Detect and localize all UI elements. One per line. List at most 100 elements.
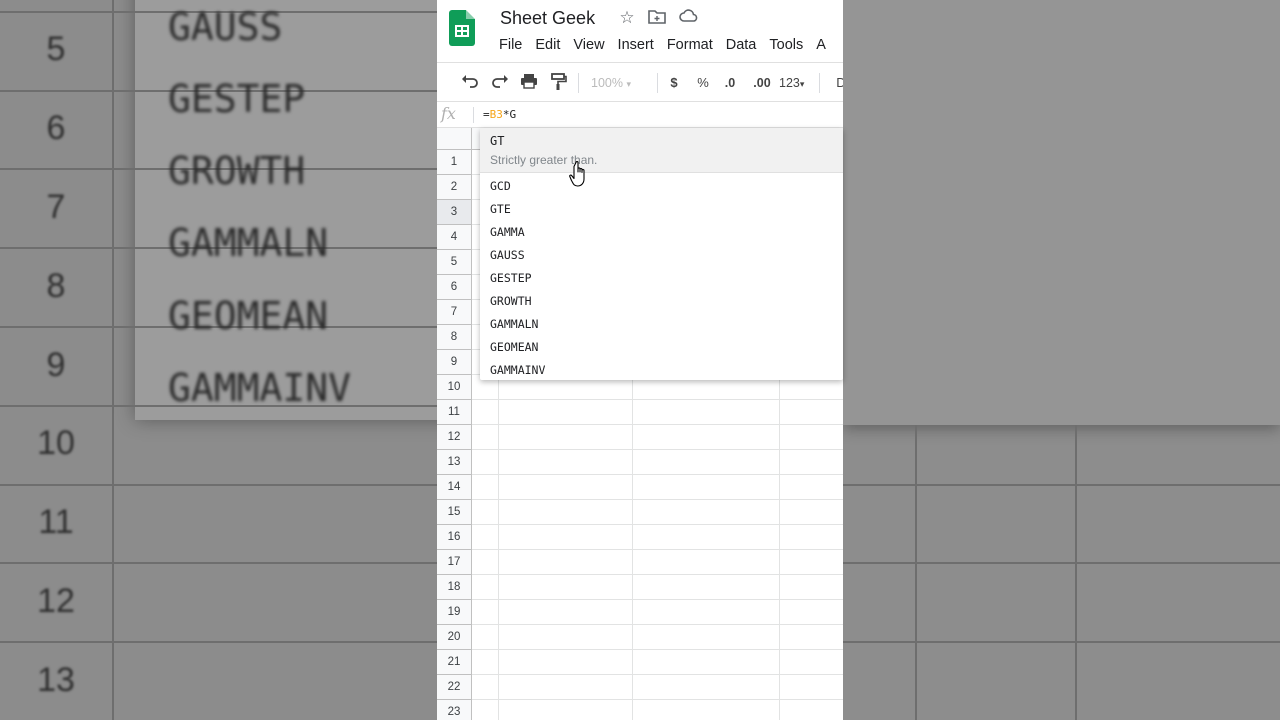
grid-line <box>472 624 843 625</box>
background-row-number: 13 <box>37 661 75 699</box>
background-row-number: 9 <box>46 346 66 384</box>
hand-pointer-cursor-icon <box>569 161 585 187</box>
sheets-logo-icon[interactable] <box>449 10 475 46</box>
font-select-button[interactable]: D <box>833 73 843 93</box>
grid-line <box>472 474 843 475</box>
formula-bar: fx =B3*G <box>437 102 843 128</box>
autocomplete-item[interactable]: GEOMEAN <box>490 340 538 354</box>
increase-decimal-button[interactable]: .00 <box>749 73 775 93</box>
toolbar: 100% ▾ $ % .0 .00 123▾ D <box>437 62 843 102</box>
row-header[interactable]: 19 <box>437 600 472 625</box>
row-header[interactable]: 1 <box>437 150 472 175</box>
cloud-status-icon[interactable] <box>679 8 699 28</box>
row-header[interactable]: 2 <box>437 175 472 200</box>
zoom-select[interactable]: 100% ▾ <box>591 73 639 93</box>
grid-line <box>472 449 843 450</box>
document-title[interactable]: Sheet Geek <box>500 8 595 29</box>
row-header[interactable]: 9 <box>437 350 472 375</box>
star-icon[interactable]: ☆ <box>617 8 637 28</box>
chevron-down-icon: ▾ <box>626 79 631 89</box>
grid-line <box>472 424 843 425</box>
row-header[interactable]: 6 <box>437 275 472 300</box>
row-header[interactable]: 11 <box>437 400 472 425</box>
background-row-number: 11 <box>38 503 74 541</box>
currency-format-button[interactable]: $ <box>665 73 683 93</box>
background-row-number: 6 <box>46 109 66 147</box>
decrease-decimal-button[interactable]: .0 <box>719 73 741 93</box>
menu-edit[interactable]: Edit <box>535 37 560 53</box>
grid-line <box>472 574 843 575</box>
grid-line <box>472 599 843 600</box>
percent-format-button[interactable]: % <box>694 73 712 93</box>
row-header[interactable]: 8 <box>437 325 472 350</box>
background-function-name: GESTEP <box>168 77 306 121</box>
row-header[interactable]: 21 <box>437 650 472 675</box>
grid-line <box>472 399 843 400</box>
paint-format-icon[interactable] <box>548 73 570 93</box>
background-left-zoom: 5 6 7 8 9 10 11 12 13 GAUSS GESTEP GROWT… <box>0 0 437 720</box>
autocomplete-item[interactable]: GTE <box>490 202 511 216</box>
row-header[interactable]: 17 <box>437 550 472 575</box>
grid-line <box>472 549 843 550</box>
row-header[interactable]: 13 <box>437 450 472 475</box>
menu-bar: File Edit View Insert Format Data Tools A <box>499 36 839 54</box>
autocomplete-highlighted-item[interactable]: GT Strictly greater than. <box>480 128 843 173</box>
background-row-number: 10 <box>37 424 75 462</box>
move-folder-icon[interactable] <box>647 8 667 28</box>
row-header[interactable]: 23 <box>437 700 472 720</box>
autocomplete-item[interactable]: GAMMA <box>490 225 525 239</box>
formula-suffix: *G <box>502 108 517 121</box>
grid-line <box>472 699 843 700</box>
formula-input[interactable]: =B3*G <box>483 108 516 121</box>
menu-data[interactable]: Data <box>726 37 757 53</box>
grid-line <box>472 649 843 650</box>
autocomplete-item[interactable]: GCD <box>490 179 511 193</box>
row-header[interactable]: 22 <box>437 675 472 700</box>
formula-prefix: = <box>483 108 490 121</box>
menu-extensions[interactable]: A <box>816 37 826 53</box>
row-header[interactable]: 15 <box>437 500 472 525</box>
autocomplete-item[interactable]: GAMMALN <box>490 317 538 331</box>
menu-insert[interactable]: Insert <box>618 37 654 53</box>
zoom-value: 100% <box>591 76 623 90</box>
select-all-corner[interactable] <box>437 128 472 150</box>
row-header[interactable]: 12 <box>437 425 472 450</box>
background-function-name: GROWTH <box>168 149 306 193</box>
autocomplete-item[interactable]: GROWTH <box>490 294 532 308</box>
row-header[interactable]: 16 <box>437 525 472 550</box>
redo-icon[interactable] <box>489 73 511 93</box>
menu-format[interactable]: Format <box>667 37 713 53</box>
background-function-name: GAMMALN <box>168 221 329 265</box>
row-header[interactable]: 5 <box>437 250 472 275</box>
title-bar: Sheet Geek ☆ File Edit View Insert Format Dat… <box>437 0 843 62</box>
menu-view[interactable]: View <box>573 37 604 53</box>
row-header[interactable]: 18 <box>437 575 472 600</box>
background-row-number: 8 <box>46 267 66 305</box>
menu-file[interactable]: File <box>499 37 522 53</box>
menu-tools[interactable]: Tools <box>769 37 803 53</box>
grid-line <box>472 499 843 500</box>
more-formats-button[interactable]: 123▾ <box>779 73 813 93</box>
background-row-number: 5 <box>46 30 66 68</box>
fx-icon: fx <box>441 104 456 123</box>
background-dropdown <box>135 0 437 420</box>
background-right-zoom <box>843 0 1280 720</box>
row-header[interactable]: 4 <box>437 225 472 250</box>
row-header[interactable]: 20 <box>437 625 472 650</box>
print-icon[interactable] <box>518 73 540 93</box>
row-header[interactable]: 3 <box>437 200 472 225</box>
function-autocomplete-dropdown: GT Strictly greater than. GCD GTE GAMMA … <box>480 128 843 380</box>
autocomplete-item[interactable]: GESTEP <box>490 271 532 285</box>
autocomplete-item[interactable]: GAUSS <box>490 248 525 262</box>
background-row-number: 12 <box>37 582 75 620</box>
background-row-number: 7 <box>46 188 66 226</box>
undo-icon[interactable] <box>459 73 481 93</box>
grid-line <box>472 674 843 675</box>
background-function-name: GAMMAINV <box>168 366 352 410</box>
row-header[interactable]: 10 <box>437 375 472 400</box>
background-function-name: GEOMEAN <box>168 294 329 338</box>
row-header[interactable]: 14 <box>437 475 472 500</box>
autocomplete-item[interactable]: GAMMAINV <box>490 363 545 377</box>
row-header[interactable]: 7 <box>437 300 472 325</box>
autocomplete-highlighted-name: GT <box>490 134 505 148</box>
